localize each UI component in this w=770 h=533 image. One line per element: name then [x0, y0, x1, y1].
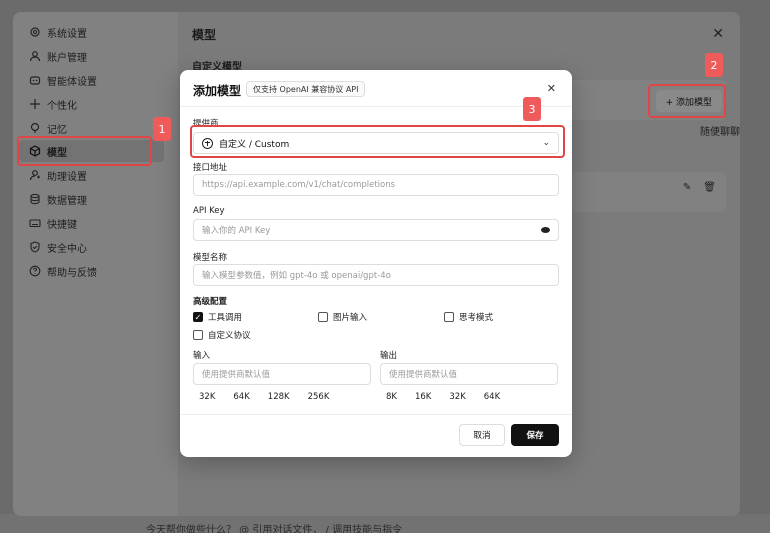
output-label: 输出: [380, 351, 398, 361]
sidebar-item-label: 账户管理: [47, 52, 87, 64]
chat-input-hint: 今天帮你做些什么？ @ 引用对话文件， / 调用技能与指令: [146, 525, 403, 533]
help-icon: [29, 265, 41, 277]
checkbox-checked-icon: ✓: [193, 312, 203, 322]
sidebar-item-label: 智能体设置: [47, 76, 97, 88]
shield-icon: [30, 241, 40, 253]
endpoint-input[interactable]: https://api.example.com/v1/chat/completi…: [193, 174, 559, 196]
protocol-badge: 仅支持 OpenAI 兼容协议 API: [246, 81, 366, 97]
model-name-input[interactable]: 输入模型参数值，例如 gpt-4o 或 openai/gpt-4o: [193, 264, 559, 286]
sidebar-item-label: 数据管理: [47, 195, 87, 207]
sidebar-item-label: 助理设置: [47, 171, 87, 183]
checkbox-custom-protocol[interactable]: 自定义协议: [193, 329, 251, 341]
pin-icon: [30, 122, 40, 133]
checkbox-icon: [318, 312, 328, 322]
sidebar-item-label: 安全中心: [47, 243, 87, 255]
apikey-placeholder: 输入你的 API Key: [202, 226, 271, 236]
cancel-button[interactable]: 取消: [459, 424, 505, 446]
page-title: 模型: [192, 28, 217, 42]
annotation-box-2: [648, 84, 726, 118]
checkbox-label: 思考模式: [459, 313, 494, 323]
dialog-title: 添加模型: [193, 84, 242, 98]
overflow-text: 随便聊聊: [700, 127, 740, 138]
edit-icon[interactable]: ✎: [683, 182, 691, 193]
annotation-number-1: 1: [153, 117, 171, 141]
input-chip[interactable]: 256K: [308, 392, 330, 402]
sidebar-item-personalize[interactable]: 个性化: [19, 93, 164, 115]
input-chips: 32K 64K 128K 256K: [199, 392, 347, 402]
sidebar-item-system[interactable]: 系统设置: [19, 21, 164, 43]
annotation-box-1: [17, 136, 152, 166]
input-label: 输入: [193, 351, 211, 361]
output-chips: 8K 16K 32K 64K: [386, 392, 518, 402]
eye-icon[interactable]: [541, 227, 550, 233]
checkbox-label: 工具调用: [208, 313, 243, 323]
sidebar-item-agent[interactable]: 智能体设置: [19, 69, 164, 91]
annotation-number-2: 2: [705, 53, 723, 77]
checkbox-label: 自定义协议: [208, 331, 251, 341]
close-icon[interactable]: ✕: [712, 26, 724, 42]
agent-icon: [29, 76, 41, 85]
annotation-box-3: [190, 125, 565, 158]
trash-icon[interactable]: 🗑: [703, 182, 716, 193]
sidebar-item-shortcuts[interactable]: 快捷键: [19, 212, 164, 234]
annotation-number-3: 3: [523, 97, 541, 121]
output-chip[interactable]: 16K: [415, 392, 431, 402]
sparkle-icon: [30, 99, 40, 109]
checkbox-thinking-mode[interactable]: 思考模式: [444, 311, 493, 323]
input-chip[interactable]: 32K: [199, 392, 215, 402]
output-chip[interactable]: 8K: [386, 392, 397, 402]
sidebar-item-label: 快捷键: [47, 219, 77, 231]
model-name-label: 模型名称: [193, 253, 228, 263]
checkbox-tool-call[interactable]: ✓ 工具调用: [193, 311, 242, 323]
input-chip[interactable]: 64K: [233, 392, 249, 402]
checkbox-label: 图片输入: [333, 313, 368, 323]
divider: [180, 106, 572, 107]
output-chip[interactable]: 32K: [449, 392, 465, 402]
gear-icon: [30, 27, 40, 37]
checkbox-icon: [193, 330, 203, 340]
apikey-label: API Key: [193, 206, 225, 216]
endpoint-label: 接口地址: [193, 163, 228, 173]
user-icon: [29, 51, 41, 62]
sidebar-item-label: 记忆: [47, 124, 67, 136]
keyboard-icon: [29, 219, 41, 228]
sidebar-item-label: 帮助与反馈: [47, 267, 97, 279]
input-chip[interactable]: 128K: [268, 392, 290, 402]
output-chip[interactable]: 64K: [484, 392, 500, 402]
sidebar-item-label: 系统设置: [47, 28, 87, 40]
sidebar-item-account[interactable]: 账户管理: [19, 45, 164, 67]
sidebar-item-help[interactable]: 帮助与反馈: [19, 260, 164, 282]
assistant-icon: [29, 170, 40, 181]
dialog-close-icon[interactable]: ✕: [547, 82, 556, 95]
save-button[interactable]: 保存: [511, 424, 559, 446]
advanced-label: 高级配置: [193, 297, 228, 307]
sidebar-item-label: 个性化: [47, 100, 77, 112]
sidebar-item-data[interactable]: 数据管理: [19, 188, 164, 210]
settings-sidebar: 系统设置 账户管理 智能体设置 个性化 记忆 模型 助理设置 数据管理 快捷键 …: [13, 12, 178, 516]
database-icon: [30, 193, 40, 205]
sidebar-item-security[interactable]: 安全中心: [19, 236, 164, 258]
apikey-input[interactable]: 输入你的 API Key: [193, 219, 559, 241]
input-tokens-field[interactable]: 使用提供商默认值: [193, 363, 371, 385]
checkbox-image-input[interactable]: 图片输入: [318, 311, 367, 323]
sidebar-item-assistant[interactable]: 助理设置: [19, 164, 164, 186]
model-card-actions: ✎ 🗑: [683, 182, 716, 193]
output-tokens-field[interactable]: 使用提供商默认值: [380, 363, 558, 385]
checkbox-icon: [444, 312, 454, 322]
divider: [180, 414, 572, 415]
